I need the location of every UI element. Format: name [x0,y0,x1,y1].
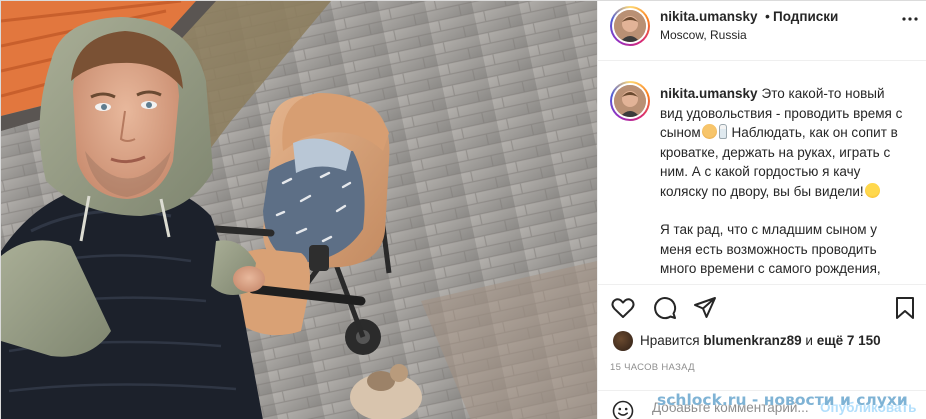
liker-username-link[interactable]: blumenkranz89 [703,333,801,348]
caption-username-link[interactable]: nikita.umansky [660,86,758,101]
likes-prefix: Нравится [640,333,700,348]
post-actions-bar [598,284,926,332]
more-options-icon[interactable] [902,11,918,27]
caption-paragraph-2: Я так рад, что с младшим сыном у меня ес… [660,222,881,276]
bookmark-icon[interactable] [892,295,918,321]
post-timestamp[interactable]: 15 ЧАСОВ НАЗАД [610,362,695,373]
comment-icon[interactable] [652,295,678,321]
caption-paragraph-1: nikita.umansky Это какой-то новый вид удо… [660,84,910,201]
likes-count-link[interactable]: ещё 7 150 [817,333,881,348]
likes-conjunction: и [805,333,813,348]
liker-avatar[interactable] [613,331,633,351]
header-separator: • [765,8,770,24]
baby-bottle-emoji-icon [718,124,727,139]
location-link[interactable]: Moscow, Russia [660,28,747,42]
caption-author-avatar[interactable] [610,81,650,121]
author-avatar[interactable] [610,6,650,46]
author-username-link[interactable]: nikita.umansky [660,9,758,24]
avatar-photo [614,10,646,42]
watermark-text: schlock.ru - новости и слухи [657,391,908,409]
avatar-photo [614,85,646,117]
caption-text: nikita.umansky Это какой-то новый вид удо… [660,84,910,279]
post-header: nikita.umansky • Подписки Moscow, Russia [598,1,926,61]
post-caption: nikita.umansky Это какой-то новый вид удо… [598,62,926,284]
post-photo[interactable] [1,1,597,419]
baby-emoji-icon [701,124,717,139]
photo-man-with-stroller [1,1,597,419]
post-side-panel: nikita.umansky • Подписки Moscow, Russia [597,1,926,419]
heart-eyes-emoji-icon [864,182,880,198]
likes-summary: Нравится blumenkranz89 и ещё 7 150 [610,330,920,354]
heart-icon[interactable] [610,295,636,321]
likes-text: Нравится blumenkranz89 и ещё 7 150 [640,333,881,348]
share-icon[interactable] [692,295,718,321]
smiley-icon[interactable] [612,400,634,419]
instagram-post: nikita.umansky • Подписки Moscow, Russia [0,0,926,419]
following-button[interactable]: Подписки [773,9,838,24]
